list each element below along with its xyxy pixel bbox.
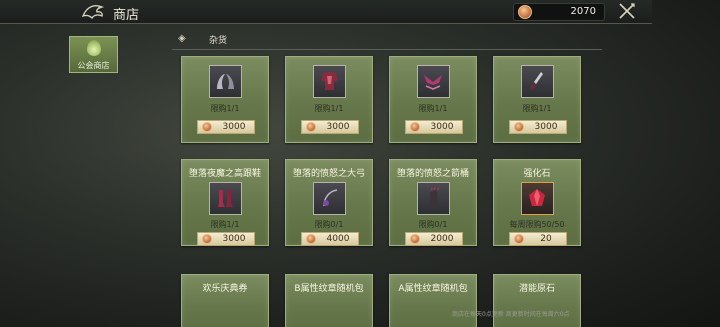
enhance-stone-icon	[529, 189, 545, 206]
top-bar: 商店 2070	[0, 0, 652, 24]
item-slot	[209, 65, 242, 98]
item-slot	[313, 182, 346, 215]
purchase-limit: 限购0/1	[314, 220, 344, 229]
price-button[interactable]: 20	[509, 232, 567, 246]
shop-item-card[interactable]: 强化石 每周限购50/50 20	[493, 159, 581, 246]
refresh-note: 商店在每天0点更新 商更新时间在每周六0点	[452, 311, 570, 318]
coin-icon	[514, 234, 524, 244]
coin-icon	[410, 234, 420, 244]
price-button[interactable]: 3000	[197, 120, 255, 134]
guild-leaf-icon	[87, 40, 101, 56]
item-slot	[417, 182, 450, 215]
horns-item-icon	[217, 74, 234, 89]
price-button[interactable]: 4000	[301, 232, 359, 246]
coin-icon	[202, 234, 212, 244]
item-name: 欢乐庆典券	[202, 284, 248, 294]
price-button[interactable]: 3000	[405, 120, 463, 134]
item-slot	[209, 182, 242, 215]
shop-item-card[interactable]: 限购1/1 3000	[493, 56, 581, 143]
shop-item-card[interactable]: 堕落的愤怒之大弓 限购0/1 4000	[285, 159, 373, 246]
item-slot	[521, 182, 554, 215]
category-label[interactable]: 杂货	[209, 33, 227, 46]
shop-item-card[interactable]: 限购1/1 3000	[389, 56, 477, 143]
price-button[interactable]: 3000	[509, 120, 567, 134]
item-name: 堕落的愤怒之箭桶	[396, 169, 469, 179]
item-name: B属性纹章随机包	[294, 284, 364, 294]
item-name: A属性纹章随机包	[398, 284, 468, 294]
boots-item-icon	[218, 190, 233, 207]
price-value: 20	[540, 234, 552, 244]
purchase-limit: 限购1/1	[418, 104, 448, 113]
close-button[interactable]	[616, 1, 638, 23]
wing-item-icon	[424, 75, 442, 90]
price-value: 3000	[534, 122, 558, 132]
bow-item-icon	[323, 189, 338, 207]
sidebar-tab-guild-shop[interactable]: 公会商店	[69, 36, 118, 73]
shop-item-card[interactable]: 限购1/1 3000	[181, 56, 269, 143]
item-slot	[417, 65, 450, 98]
item-name: 堕落的愤怒之大弓	[292, 169, 365, 179]
item-name: 强化石	[523, 169, 551, 179]
price-value: 3000	[326, 122, 350, 132]
shop-item-card[interactable]: 堕落夜魔之高跟鞋 限购1/1 3000	[181, 159, 269, 246]
category-header: ◈ 杂货	[172, 28, 602, 50]
coin-icon	[306, 234, 316, 244]
shop-item-card[interactable]: 欢乐庆典券	[181, 274, 269, 327]
coin-icon	[306, 122, 316, 132]
price-button[interactable]: 3000	[301, 120, 359, 134]
price-button[interactable]: 2000	[405, 232, 463, 246]
shop-item-card[interactable]: 堕落的愤怒之箭桶 限购0/1 2000	[389, 159, 477, 246]
purchase-limit: 限购0/1	[418, 220, 448, 229]
purchase-limit: 限购1/1	[210, 220, 240, 229]
dagger-item-icon	[530, 72, 543, 90]
dragon-emblem-icon[interactable]	[78, 0, 108, 24]
tag-icon: ◈	[178, 33, 186, 44]
shop-item-card[interactable]: B属性纹章随机包	[285, 274, 373, 327]
coin-icon	[518, 5, 532, 19]
armor-item-icon	[321, 72, 338, 90]
item-slot	[313, 65, 346, 98]
purchase-limit: 每周限购50/50	[509, 220, 565, 229]
coin-icon	[202, 122, 212, 132]
price-value: 3000	[222, 122, 246, 132]
sidebar-tab-label: 公会商店	[77, 61, 110, 70]
item-name: 堕落夜魔之高跟鞋	[188, 169, 261, 179]
price-value: 2000	[430, 234, 454, 244]
item-slot	[521, 65, 554, 98]
currency-display: 2070	[513, 3, 605, 21]
shop-item-card[interactable]: A属性纹章随机包	[389, 274, 477, 327]
crossed-swords-close-icon	[619, 3, 635, 19]
price-button[interactable]: 3000	[197, 232, 255, 246]
purchase-limit: 限购1/1	[210, 104, 240, 113]
purchase-limit: 限购1/1	[522, 104, 552, 113]
item-name: 潜能原石	[518, 284, 555, 294]
price-value: 3000	[222, 234, 246, 244]
price-value: 3000	[430, 122, 454, 132]
shop-item-card[interactable]: 限购1/1 3000	[285, 56, 373, 143]
page-title: 商店	[113, 8, 140, 23]
coin-icon	[514, 122, 524, 132]
shop-item-card[interactable]: 潜能原石	[493, 274, 581, 327]
coin-icon	[410, 122, 420, 132]
currency-value: 2070	[570, 6, 596, 17]
price-value: 4000	[326, 234, 350, 244]
quiver-item-icon	[430, 187, 440, 207]
purchase-limit: 限购1/1	[314, 104, 344, 113]
